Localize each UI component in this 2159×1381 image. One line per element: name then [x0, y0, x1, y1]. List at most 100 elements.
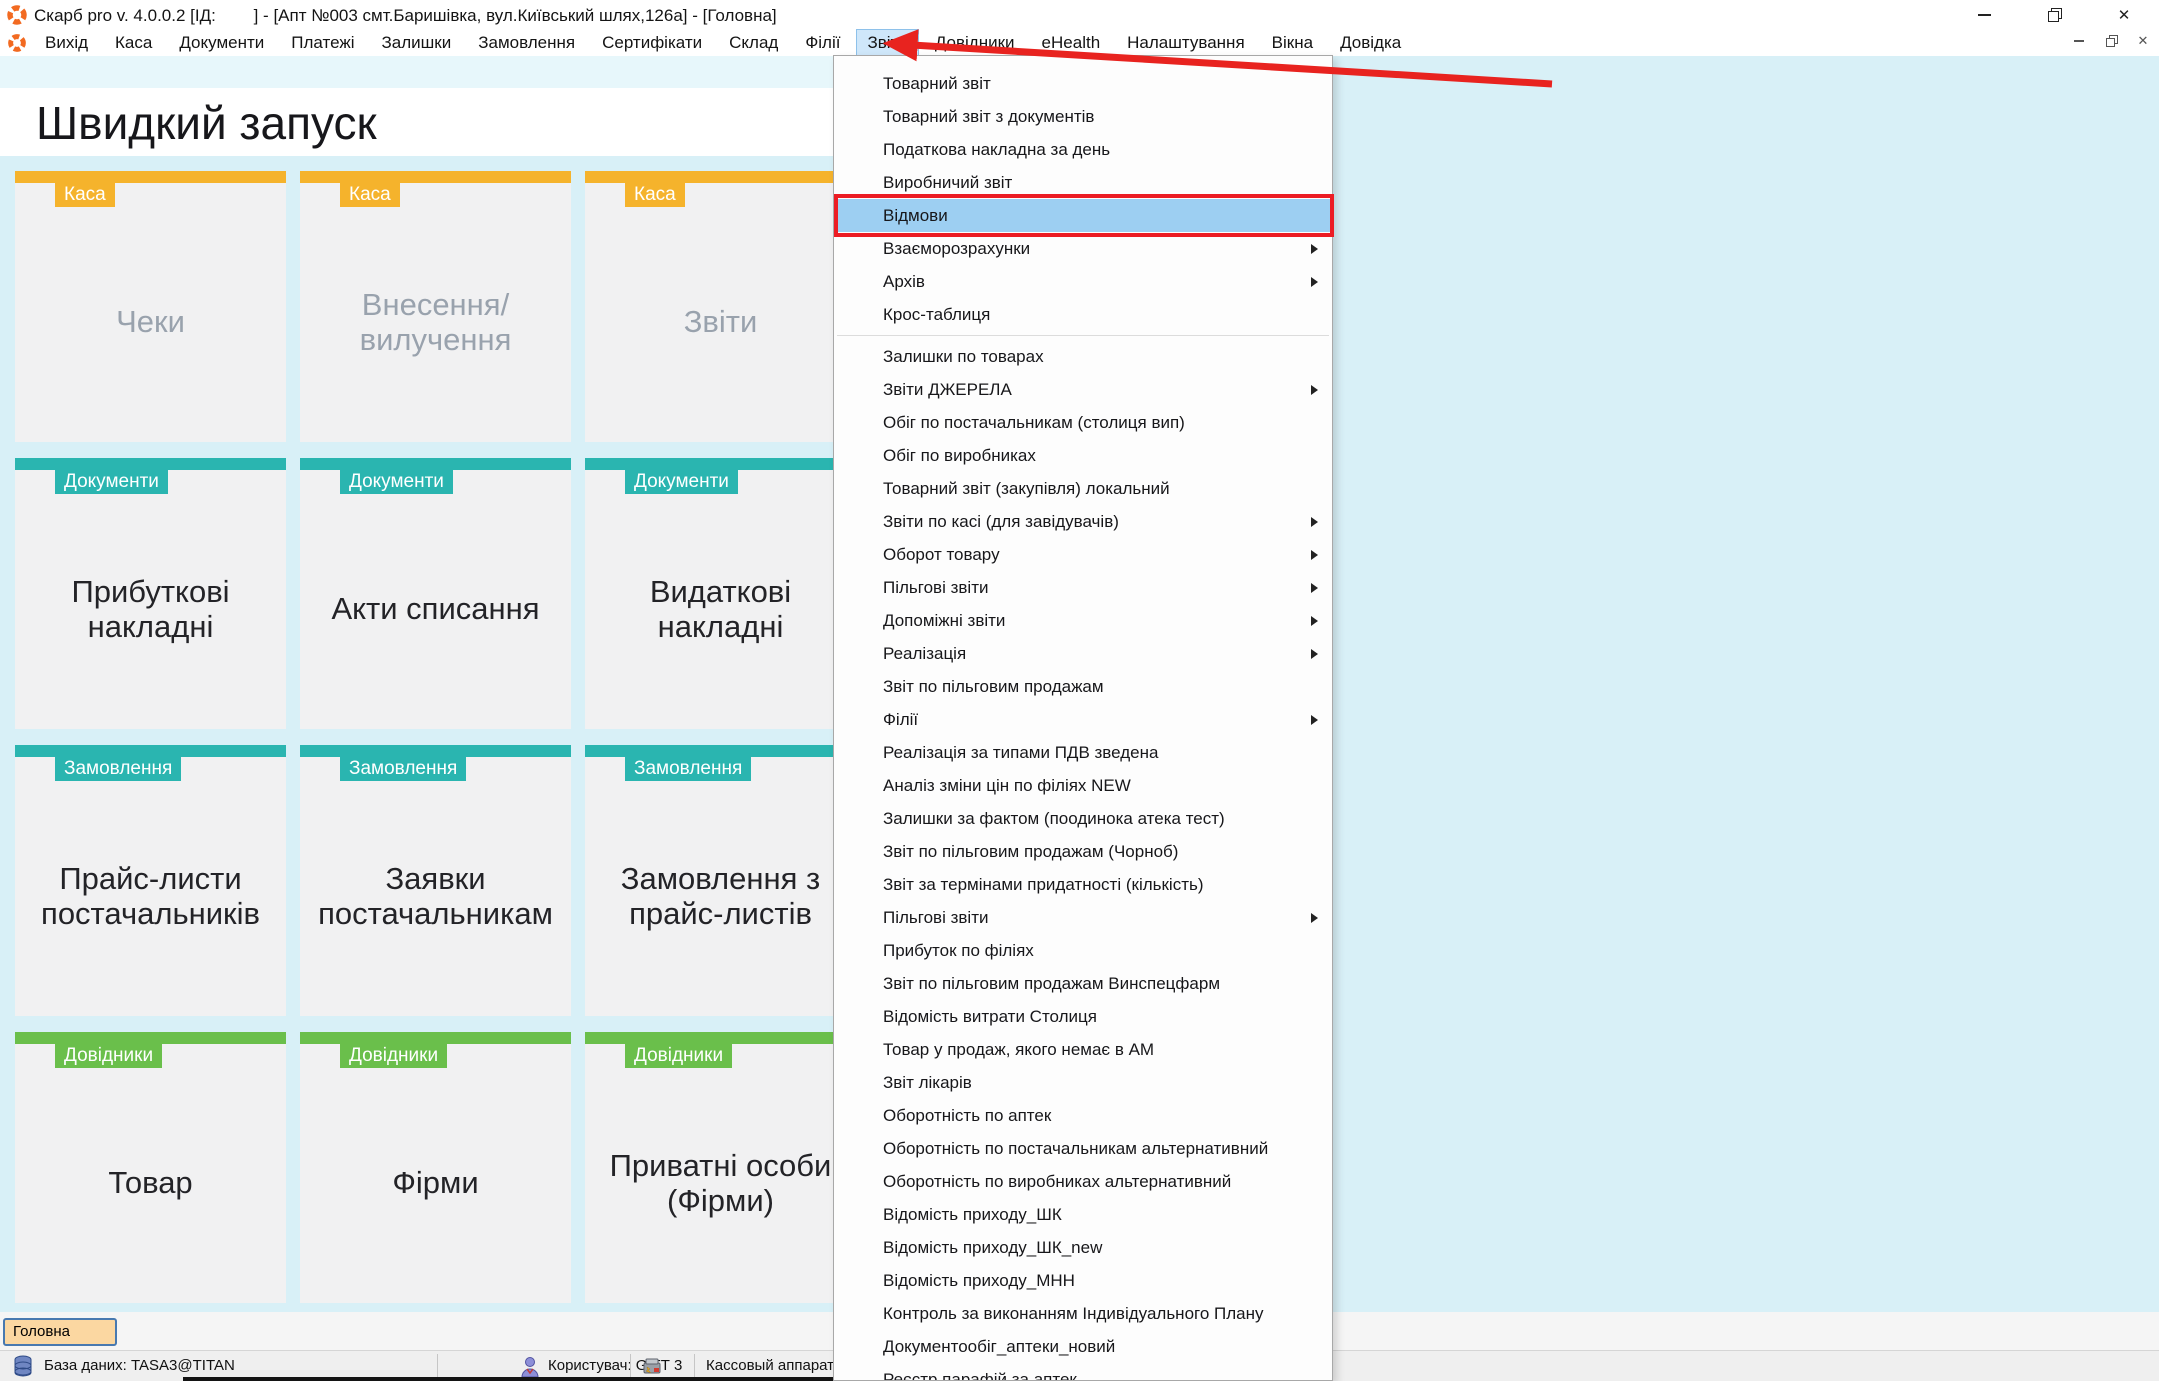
reports-menu-item[interactable]: Залишки по товарах: [834, 340, 1332, 373]
tile-pryvatni-osoby[interactable]: Довідники Приватні особи (Фірми): [585, 1032, 856, 1303]
reports-menu-item[interactable]: Взаєморозрахунки: [834, 232, 1332, 265]
reports-menu-item[interactable]: Звіт за термінами придатності (кількість…: [834, 868, 1332, 901]
menubar-item-zvity[interactable]: Звіти: [857, 30, 917, 56]
mdi-restore-button[interactable]: [2103, 33, 2119, 49]
tile-topbar: [15, 1032, 286, 1044]
reports-menu-item[interactable]: Оборотність по аптек: [834, 1099, 1332, 1132]
menu-item-label: Реалізація: [883, 644, 966, 663]
tile-category-badge: Каса: [340, 183, 400, 207]
reports-menu-item[interactable]: Оборотність по виробниках альтернативний: [834, 1165, 1332, 1198]
reports-menu-item[interactable]: Звіти ДЖЕРЕЛА: [834, 373, 1332, 406]
reports-menu-item[interactable]: Звіт по пільговим продажам: [834, 670, 1332, 703]
reports-menu-item-vidmovy[interactable]: Відмови: [834, 199, 1332, 232]
reports-menu-item[interactable]: Залишки за фактом (поодинока атека тест): [834, 802, 1332, 835]
tile-prybutkovi-nakladni[interactable]: Документи Прибуткові накладні: [15, 458, 286, 729]
reports-menu-item[interactable]: Відомість приходу_ШК_new: [834, 1231, 1332, 1264]
reports-menu-item[interactable]: Звіти по касі (для завідувачів): [834, 505, 1332, 538]
status-separator: [437, 1354, 438, 1378]
tab-holovna[interactable]: Головна: [3, 1318, 117, 1346]
tile-category-badge: Довідники: [625, 1044, 732, 1068]
tile-category-badge: Каса: [625, 183, 685, 207]
tile-tovar[interactable]: Довідники Товар: [15, 1032, 286, 1303]
reports-menu-item[interactable]: Обіг по постачальникам (столиця вип): [834, 406, 1332, 439]
tile-topbar: [300, 171, 571, 183]
reports-menu-item[interactable]: Відомість приходу_МНН: [834, 1264, 1332, 1297]
menu-item-label: Звіт за термінами придатності (кількість…: [883, 875, 1204, 894]
close-button[interactable]: ✕: [2089, 0, 2159, 30]
menu-item-label: Відомість приходу_ШК_new: [883, 1238, 1102, 1257]
reports-menu-item[interactable]: Реалізація: [834, 637, 1332, 670]
tile-topbar: [15, 458, 286, 470]
mdi-close-button[interactable]: ✕: [2135, 33, 2151, 49]
menubar-item-dovidka[interactable]: Довідка: [1330, 30, 1411, 56]
tile-prais-lysty[interactable]: Замовлення Прайс-листи постачальників: [15, 745, 286, 1016]
reports-menu-item[interactable]: Аналіз зміни цін по філіях NEW: [834, 769, 1332, 802]
menu-item-label: Товар у продаж, якого немає в АМ: [883, 1040, 1154, 1059]
tile-category-badge: Замовлення: [340, 757, 466, 781]
reports-menu-item[interactable]: Товарний звіт (закупівля) локальний: [834, 472, 1332, 505]
menubar-item-vikna[interactable]: Вікна: [1262, 30, 1323, 56]
reports-menu-item[interactable]: Прибуток по філіях: [834, 934, 1332, 967]
menu-item-label: Податкова накладна за день: [883, 140, 1110, 159]
minimize-button[interactable]: [1949, 0, 2019, 30]
tile-cheky[interactable]: Каса Чеки: [15, 171, 286, 442]
reports-menu-item[interactable]: Товарний звіт з документів: [834, 100, 1332, 133]
menubar-item-zamovlennia[interactable]: Замовлення: [468, 30, 585, 56]
tile-vydatkovi-nakladni[interactable]: Документи Видаткові накладні: [585, 458, 856, 729]
menubar-item-nalashtuvannia[interactable]: Налаштування: [1117, 30, 1255, 56]
menubar-item-kasa[interactable]: Каса: [105, 30, 162, 56]
tile-label: Прибуткові накладні: [21, 498, 280, 721]
reports-menu-item[interactable]: Допоміжні звіти: [834, 604, 1332, 637]
menu-item-label: Звіт по пільговим продажам (Чорноб): [883, 842, 1178, 861]
menubar-item-sklad[interactable]: Склад: [719, 30, 788, 56]
reports-menu-item[interactable]: Звіт по пільговим продажам (Чорноб): [834, 835, 1332, 868]
menubar-item-dovidnyky[interactable]: Довідники: [925, 30, 1025, 56]
menu-item-label: Товарний звіт: [883, 74, 991, 93]
menu-item-label: Відомість приходу_МНН: [883, 1271, 1075, 1290]
menubar-item-dokumenty[interactable]: Документи: [169, 30, 274, 56]
tile-zvity[interactable]: Каса Звіти: [585, 171, 856, 442]
reports-menu-item[interactable]: Товарний звіт: [834, 67, 1332, 100]
tile-akty-spysannia[interactable]: Документи Акти списання: [300, 458, 571, 729]
submenu-arrow-icon: [1311, 616, 1318, 626]
submenu-arrow-icon: [1311, 517, 1318, 527]
reports-menu-item[interactable]: Архів: [834, 265, 1332, 298]
reports-menu-item[interactable]: Пільгові звіти: [834, 571, 1332, 604]
reports-menu-item[interactable]: Відомість витрати Столиця: [834, 1000, 1332, 1033]
reports-menu-item[interactable]: Відомість приходу_ШК: [834, 1198, 1332, 1231]
reports-menu-item[interactable]: Звіт по пільговим продажам Винспецфарм: [834, 967, 1332, 1000]
reports-menu-item[interactable]: Оборот товару: [834, 538, 1332, 571]
menubar-item-filii[interactable]: Філії: [795, 30, 850, 56]
menubar-item-vykhid[interactable]: Вихід: [35, 30, 98, 56]
reports-menu-item[interactable]: Філії: [834, 703, 1332, 736]
menubar-item-platezhi[interactable]: Платежі: [281, 30, 364, 56]
reports-menu-item[interactable]: Виробничий звіт: [834, 166, 1332, 199]
tile-zaiavky[interactable]: Замовлення Заявки постачальникам: [300, 745, 571, 1016]
restore-button[interactable]: [2019, 0, 2089, 30]
menu-item-label: Допоміжні звіти: [883, 611, 1005, 630]
menu-item-label: Оборотність по аптек: [883, 1106, 1051, 1125]
reports-menu-item[interactable]: Обіг по виробниках: [834, 439, 1332, 472]
tile-category-badge: Довідники: [340, 1044, 447, 1068]
tile-vnesennia-vyluchennia[interactable]: Каса Внесення/вилучення: [300, 171, 571, 442]
reports-menu-item[interactable]: Звіт лікарів: [834, 1066, 1332, 1099]
reports-menu-item[interactable]: Реєстр парафій за аптек: [834, 1363, 1332, 1381]
tile-category-badge: Довідники: [55, 1044, 162, 1068]
menubar-item-ehealth[interactable]: eHealth: [1032, 30, 1111, 56]
reports-menu-item[interactable]: Пільгові звіти: [834, 901, 1332, 934]
reports-menu-item[interactable]: Товар у продаж, якого немає в АМ: [834, 1033, 1332, 1066]
tile-zamovlennia-z-prais-lystiv[interactable]: Замовлення Замовлення з прайс-листів: [585, 745, 856, 1016]
reports-menu-item[interactable]: Податкова накладна за день: [834, 133, 1332, 166]
tile-firmy[interactable]: Довідники Фірми: [300, 1032, 571, 1303]
menubar-item-sertyfikaty[interactable]: Сертифікати: [592, 30, 712, 56]
reports-menu-item[interactable]: Крос-таблиця: [834, 298, 1332, 331]
menubar-item-zalyshky[interactable]: Залишки: [372, 30, 462, 56]
menu-separator: [837, 335, 1329, 336]
reports-menu-item[interactable]: Документообіг_аптеки_новий: [834, 1330, 1332, 1363]
reports-menu-item[interactable]: Оборотність по постачальникам альтернати…: [834, 1132, 1332, 1165]
reports-menu-item[interactable]: Контроль за виконанням Індивідуального П…: [834, 1297, 1332, 1330]
reports-menu-item[interactable]: Реалізація за типами ПДВ зведена: [834, 736, 1332, 769]
menu-item-label: Пільгові звіти: [883, 578, 988, 597]
mdi-minimize-button[interactable]: [2071, 33, 2087, 49]
menu-item-label: Виробничий звіт: [883, 173, 1012, 192]
